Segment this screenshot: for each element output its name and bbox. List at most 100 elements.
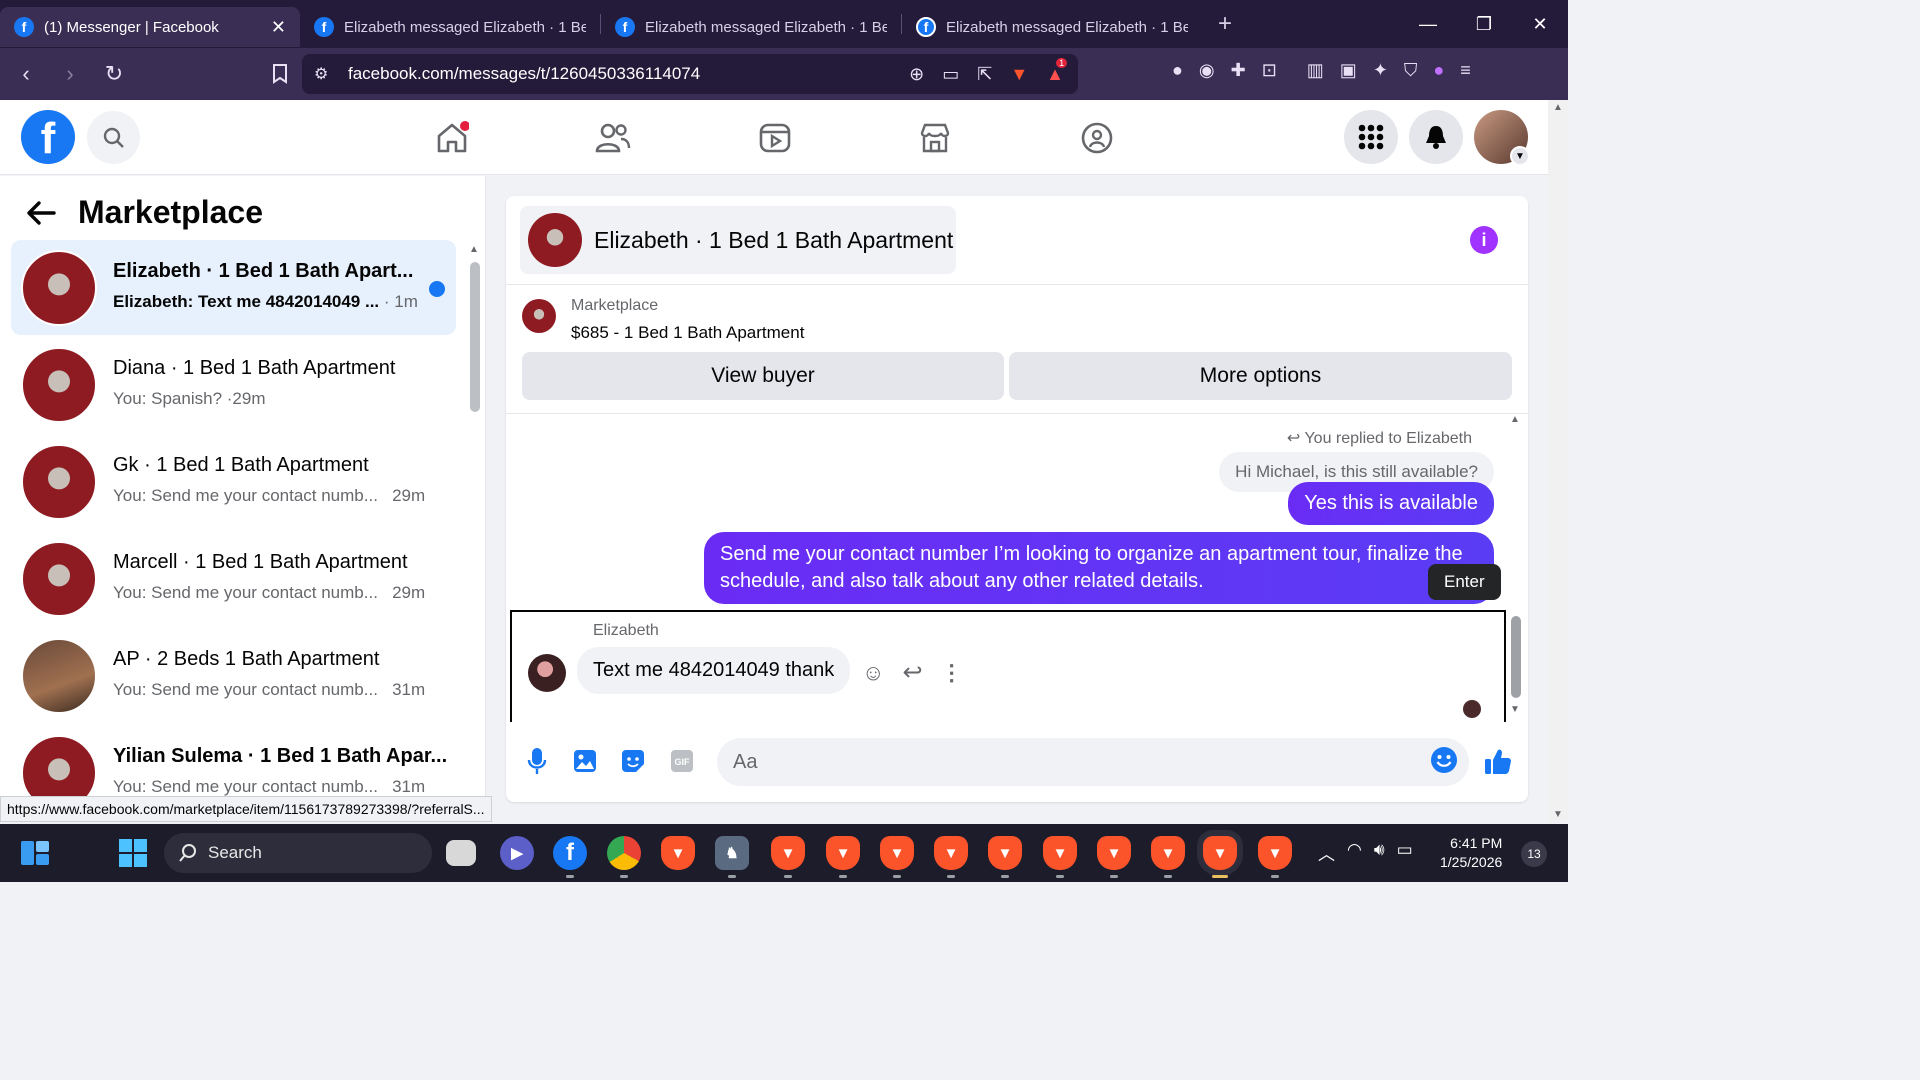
taskbar-search[interactable]: Search xyxy=(164,833,432,873)
wallet-icon[interactable]: ▣ xyxy=(1340,60,1357,81)
info-icon[interactable]: i xyxy=(1470,226,1498,254)
chat-header[interactable]: Elizabeth · 1 Bed 1 Bath Apartment xyxy=(520,206,956,274)
forward-icon[interactable]: › xyxy=(52,56,88,92)
view-buyer-button[interactable]: View buyer xyxy=(522,352,1004,400)
conversation-item[interactable]: Yilian Sulema · 1 Bed 1 Bath Apar... You… xyxy=(11,725,456,796)
screenshot-icon[interactable]: ⊡ xyxy=(1262,60,1277,81)
close-window-icon[interactable]: ✕ xyxy=(1512,14,1568,35)
brave-profile-icon[interactable]: ▼ xyxy=(1258,836,1292,878)
zoom-icon[interactable]: ⊕ xyxy=(909,64,924,85)
new-tab-icon[interactable]: + xyxy=(1218,10,1232,38)
conversation-item[interactable]: Elizabeth · 1 Bed 1 Bath Apart... Elizab… xyxy=(11,240,456,335)
nav-groups[interactable] xyxy=(1077,118,1117,158)
brave-profile-icon[interactable]: ▼ xyxy=(1151,836,1185,878)
brave-profile-icon[interactable]: ▼ xyxy=(826,836,860,878)
vpn-icon[interactable]: ⛉ xyxy=(1404,60,1418,81)
minimize-icon[interactable]: — xyxy=(1400,14,1456,35)
nav-marketplace[interactable] xyxy=(915,118,955,158)
start-menu-icon[interactable] xyxy=(116,836,150,870)
scroll-up-icon[interactable]: ▲ xyxy=(1510,414,1520,425)
show-hidden-icons-icon[interactable]: ︿ xyxy=(1318,840,1335,865)
emoji-picker-button[interactable] xyxy=(1429,745,1459,775)
brave-rewards-icon[interactable]: ▲ 1 xyxy=(1046,57,1068,85)
gif-button[interactable]: GIF xyxy=(667,746,697,776)
nav-friends[interactable] xyxy=(593,118,633,158)
close-tab-icon[interactable]: ✕ xyxy=(271,17,286,38)
browser-tab-messenger[interactable]: f (1) Messenger | Facebook ✕ xyxy=(0,7,300,47)
message-thread-scrollbar[interactable] xyxy=(1511,616,1521,698)
sidebar-icon[interactable]: ▥ xyxy=(1307,60,1324,81)
scroll-up-icon[interactable]: ▲ xyxy=(1553,102,1563,113)
scroll-down-icon[interactable]: ▼ xyxy=(1553,809,1563,820)
restore-icon[interactable]: ❐ xyxy=(1456,14,1512,35)
facebook-logo[interactable]: f xyxy=(21,110,75,164)
voice-clip-button[interactable] xyxy=(522,746,552,776)
sender-avatar[interactable] xyxy=(528,654,566,692)
brave-profile-icon[interactable]: ▼ xyxy=(1097,836,1131,878)
browser-tab-2[interactable]: f Elizabeth messaged Elizabeth · 1 Bed xyxy=(300,7,600,47)
chrome-icon[interactable] xyxy=(607,836,641,878)
extensions-icon[interactable]: ✚ xyxy=(1231,60,1246,81)
taskbar-clock[interactable]: 6:41 PM 1/25/2026 xyxy=(1440,834,1502,872)
more-vertical-icon[interactable]: ⋮ xyxy=(941,660,963,686)
leo-ai-icon[interactable]: ✦ xyxy=(1373,60,1388,81)
brave-profile-icon[interactable]: ▼ xyxy=(1043,836,1077,878)
conversation-list-scrollbar[interactable] xyxy=(470,262,480,412)
sticker-button[interactable] xyxy=(618,746,648,776)
listing-title[interactable]: $685 - 1 Bed 1 Bath Apartment xyxy=(571,323,804,343)
app-icon[interactable]: ♞ xyxy=(715,836,749,878)
address-bar[interactable]: ⚙ facebook.com/messages/t/12604503361140… xyxy=(302,54,1078,94)
nav-home[interactable] xyxy=(432,118,472,158)
facebook-app-icon[interactable]: f xyxy=(553,836,587,878)
scroll-down-icon[interactable]: ▼ xyxy=(1510,704,1520,715)
conversation-item[interactable]: Gk · 1 Bed 1 Bath Apartment You: Send me… xyxy=(11,434,456,529)
nav-watch[interactable] xyxy=(755,118,795,158)
share-icon[interactable]: ⇱ xyxy=(977,64,992,85)
reload-icon[interactable]: ↻ xyxy=(96,56,132,92)
brave-profile-icon[interactable]: ▼ xyxy=(771,836,805,878)
notification-center-badge[interactable]: 13 xyxy=(1521,841,1547,867)
menu-icon[interactable]: ≡ xyxy=(1460,60,1471,81)
brave-shields-icon[interactable]: ▼ xyxy=(1010,64,1028,85)
attach-photo-button[interactable] xyxy=(570,746,600,776)
more-options-button[interactable]: More options xyxy=(1009,352,1512,400)
outgoing-message[interactable]: Send me your contact number I’m looking … xyxy=(704,532,1494,604)
react-emoji-icon[interactable]: ☺ xyxy=(862,660,884,686)
account-avatar[interactable]: ▼ xyxy=(1474,110,1530,166)
page-scrollbar[interactable]: ▲ ▼ xyxy=(1548,100,1568,822)
listing-thumbnail[interactable] xyxy=(522,299,556,333)
conversation-item[interactable]: AP · 2 Beds 1 Bath Apartment You: Send m… xyxy=(11,628,456,723)
brave-profile-icon[interactable]: ▼ xyxy=(934,836,968,878)
cookie-icon[interactable]: ◉ xyxy=(1199,60,1215,81)
browser-tab-3[interactable]: f Elizabeth messaged Elizabeth · 1 Bed xyxy=(601,7,901,47)
menu-button[interactable] xyxy=(1344,110,1398,164)
notifications-button[interactable] xyxy=(1409,110,1463,164)
browser-tab-4[interactable]: f Elizabeth messaged Elizabeth · 1 Bed xyxy=(902,7,1202,47)
brave-profile-icon[interactable]: ▼ xyxy=(880,836,914,878)
record-icon[interactable]: ● xyxy=(1172,60,1183,81)
profile-icon[interactable]: ● xyxy=(1433,60,1444,81)
volume-icon[interactable]: 🔊︎ xyxy=(1374,840,1385,865)
widgets-icon[interactable] xyxy=(18,836,52,870)
brave-browser-icon[interactable]: ▼ xyxy=(661,836,695,870)
reply-icon[interactable]: ↩ xyxy=(902,658,922,687)
wifi-icon[interactable]: ◠ xyxy=(1347,840,1362,865)
search-button[interactable] xyxy=(87,111,140,164)
conversation-item[interactable]: Diana · 1 Bed 1 Bath Apartment You: Span… xyxy=(11,337,456,432)
send-like-button[interactable] xyxy=(1483,746,1513,776)
cast-icon[interactable]: ▭ xyxy=(942,64,959,85)
brave-profile-icon-active[interactable]: ▼ xyxy=(1203,836,1237,878)
scroll-up-icon[interactable]: ▲ xyxy=(469,244,479,255)
brave-profile-icon[interactable]: ▼ xyxy=(988,836,1022,878)
site-settings-icon[interactable]: ⚙ xyxy=(314,64,328,84)
battery-icon[interactable]: ▭ xyxy=(1397,840,1413,865)
message-input[interactable]: Aa xyxy=(717,738,1469,786)
back-icon[interactable]: ‹ xyxy=(8,56,44,92)
outgoing-message[interactable]: Yes this is available xyxy=(1288,482,1494,525)
conversation-item[interactable]: Marcell · 1 Bed 1 Bath Apartment You: Se… xyxy=(11,531,456,626)
back-arrow-icon[interactable] xyxy=(26,200,56,226)
incoming-message[interactable]: Text me 4842014049 thank xyxy=(577,647,851,694)
teams-chat-icon[interactable]: ▶ xyxy=(500,836,534,870)
task-view-icon[interactable] xyxy=(446,840,476,866)
bookmark-icon[interactable] xyxy=(262,56,298,92)
